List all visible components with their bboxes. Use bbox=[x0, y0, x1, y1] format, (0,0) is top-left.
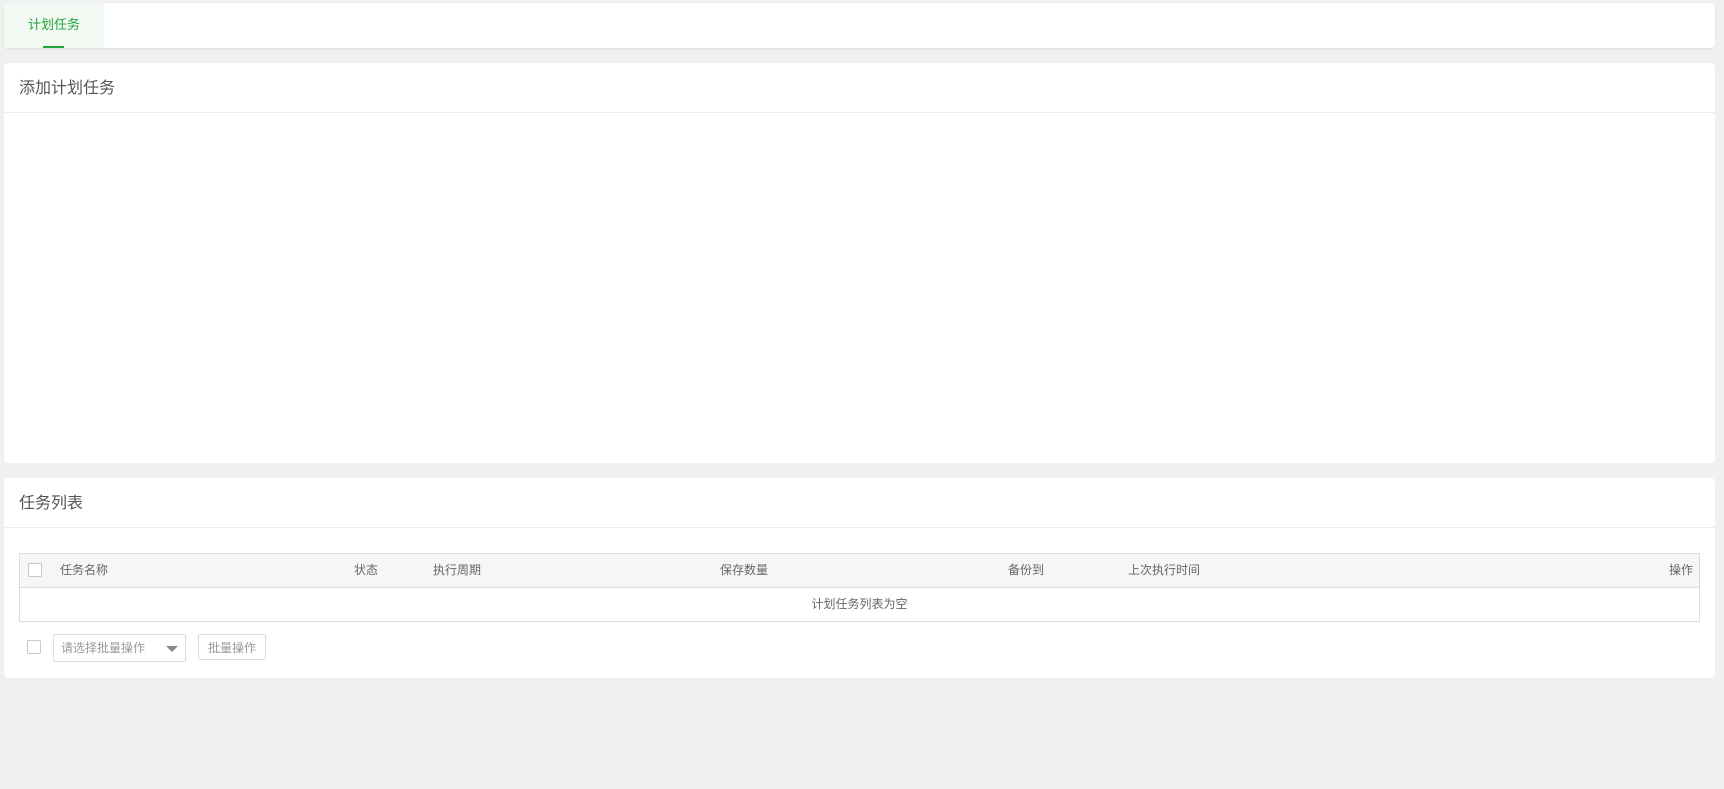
task-list-panel: 任务列表 任务名称 状态 执行周期 保存数量 备份到 上次执行时间 操作 计划任… bbox=[4, 478, 1715, 678]
task-table: 任务名称 状态 执行周期 保存数量 备份到 上次执行时间 操作 计划任务列表为空 bbox=[19, 553, 1700, 622]
column-header-save-count: 保存数量 bbox=[720, 563, 769, 577]
batch-select-checkbox[interactable] bbox=[27, 640, 41, 654]
batch-operation-select-placeholder: 请选择批量操作 bbox=[61, 641, 146, 655]
column-header-backup-to: 备份到 bbox=[1008, 563, 1045, 577]
column-header-actions: 操作 bbox=[1668, 563, 1693, 577]
batch-operation-select[interactable]: 请选择批量操作 bbox=[53, 634, 186, 662]
task-table-empty-message: 计划任务列表为空 bbox=[811, 597, 908, 611]
chevron-down-icon bbox=[166, 646, 178, 652]
column-header-last-run-time: 上次执行时间 bbox=[1128, 563, 1201, 577]
column-header-cycle: 执行周期 bbox=[433, 563, 482, 577]
add-task-panel: 添加计划任务 bbox=[4, 63, 1715, 463]
top-tab-bar: 计划任务 bbox=[4, 3, 1715, 48]
tab-scheduled-tasks-label: 计划任务 bbox=[27, 18, 80, 33]
batch-operation-button[interactable]: 批量操作 bbox=[198, 634, 266, 660]
column-header-task-name: 任务名称 bbox=[60, 563, 109, 577]
add-task-panel-title: 添加计划任务 bbox=[4, 63, 1715, 113]
select-all-checkbox[interactable] bbox=[28, 563, 42, 577]
task-list-panel-title: 任务列表 bbox=[4, 478, 1715, 528]
tab-scheduled-tasks[interactable]: 计划任务 bbox=[4, 3, 104, 48]
task-table-header: 任务名称 状态 执行周期 保存数量 备份到 上次执行时间 操作 bbox=[20, 554, 1699, 588]
column-header-status: 状态 bbox=[354, 563, 379, 577]
batch-operations-bar: 请选择批量操作 批量操作 bbox=[19, 634, 419, 662]
tab-active-indicator bbox=[43, 46, 64, 48]
